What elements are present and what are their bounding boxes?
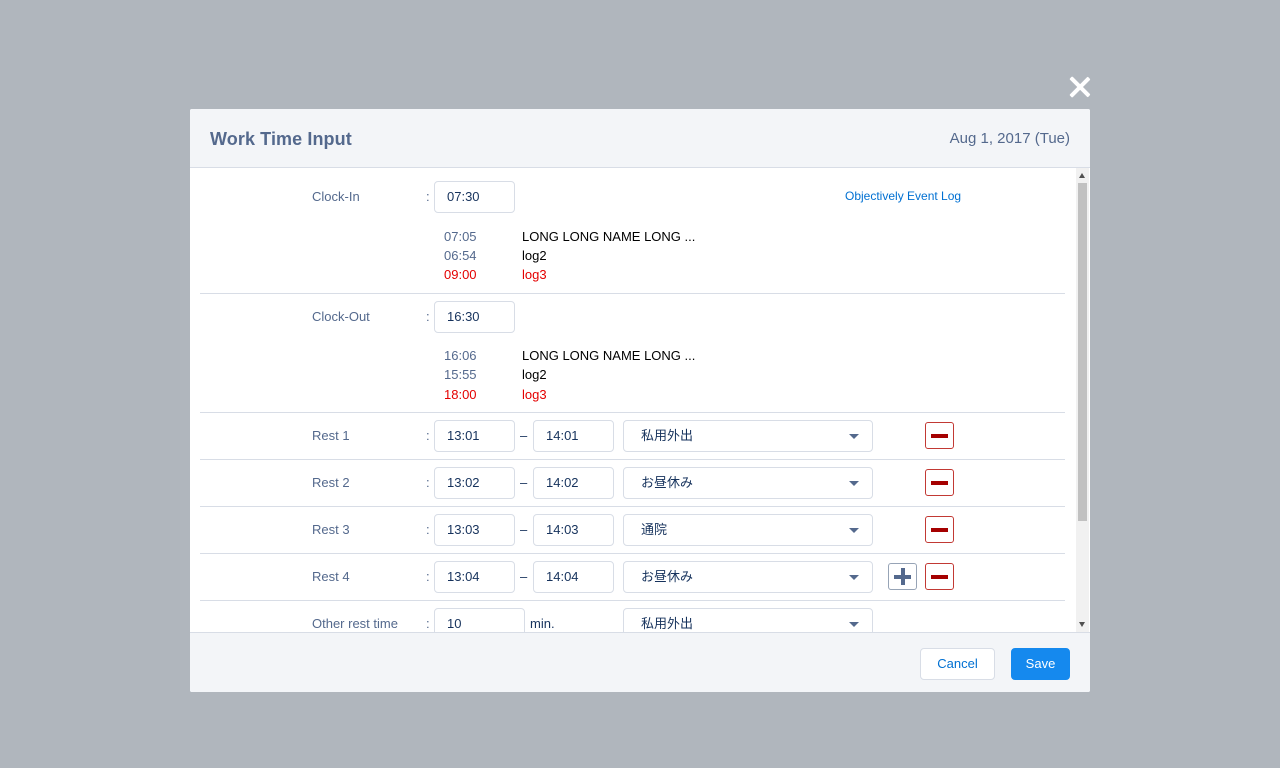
clock-in-log-name[interactable]: log2 <box>522 248 547 263</box>
modal-title: Work Time Input <box>210 129 352 149</box>
dash: – <box>520 428 528 443</box>
colon: : <box>426 428 430 443</box>
rest-2-reason-value: お昼休み <box>641 475 694 490</box>
rest-1-reason-value: 私用外出 <box>641 428 694 443</box>
clock-out-log-name[interactable]: log3 <box>522 387 547 402</box>
other-rest-time-label: Other rest time <box>312 616 398 631</box>
dash: – <box>520 475 528 490</box>
chevron-down-icon <box>849 481 859 486</box>
rest-3-start-input[interactable]: 13:03 <box>434 514 515 546</box>
other-rest-reason-select[interactable]: 私用外出 <box>623 608 873 632</box>
divider <box>200 506 1065 507</box>
clock-out-log-name[interactable]: log2 <box>522 367 547 382</box>
rest-2-label: Rest 2 <box>312 475 350 490</box>
divider <box>200 412 1065 413</box>
rest-1-label: Rest 1 <box>312 428 350 443</box>
cancel-button[interactable]: Cancel <box>920 648 995 680</box>
other-rest-reason-value: 私用外出 <box>641 616 694 631</box>
colon: : <box>426 569 430 584</box>
colon: : <box>426 616 430 631</box>
scroll-down-arrow-icon[interactable] <box>1079 622 1085 627</box>
remove-rest-2-button[interactable] <box>925 469 954 496</box>
clock-out-log-name[interactable]: LONG LONG NAME LONG ... <box>522 348 695 363</box>
divider <box>200 600 1065 601</box>
clock-out-log-time: 18:00 <box>444 387 477 402</box>
colon: : <box>426 189 430 204</box>
scroll-up-arrow-icon[interactable] <box>1079 173 1085 178</box>
clock-in-log-time: 07:05 <box>444 229 477 244</box>
clock-in-label: Clock-In <box>312 189 360 204</box>
scrollbar-thumb[interactable] <box>1078 183 1087 521</box>
objectively-event-log-link[interactable]: Objectively Event Log <box>845 189 961 203</box>
clock-in-log-time: 09:00 <box>444 267 477 282</box>
divider <box>200 293 1065 294</box>
divider <box>200 459 1065 460</box>
rest-3-end-input[interactable]: 14:03 <box>533 514 614 546</box>
remove-rest-1-button[interactable] <box>925 422 954 449</box>
clock-out-input[interactable]: 16:30 <box>434 301 515 333</box>
remove-rest-4-button[interactable] <box>925 563 954 590</box>
remove-rest-3-button[interactable] <box>925 516 954 543</box>
dash: – <box>520 569 528 584</box>
rest-1-start-input[interactable]: 13:01 <box>434 420 515 452</box>
clock-in-log-time: 06:54 <box>444 248 477 263</box>
clock-out-log-time: 16:06 <box>444 348 477 363</box>
rest-4-reason-select[interactable]: お昼休み <box>623 561 873 593</box>
modal-body: Clock-In : 07:30 Objectively Event Log 0… <box>190 168 1090 632</box>
modal-footer: Cancel Save <box>190 632 1090 692</box>
other-rest-time-input[interactable]: 10 <box>434 608 525 632</box>
dash: – <box>520 522 528 537</box>
rest-3-reason-value: 通院 <box>641 522 668 537</box>
rest-2-start-input[interactable]: 13:02 <box>434 467 515 499</box>
divider <box>200 553 1065 554</box>
chevron-down-icon <box>849 528 859 533</box>
clock-in-input[interactable]: 07:30 <box>434 181 515 213</box>
rest-4-start-input[interactable]: 13:04 <box>434 561 515 593</box>
rest-2-end-input[interactable]: 14:02 <box>533 467 614 499</box>
clock-out-label: Clock-Out <box>312 309 370 324</box>
rest-1-reason-select[interactable]: 私用外出 <box>623 420 873 452</box>
work-time-modal: Work Time Input Aug 1, 2017 (Tue) Clock-… <box>190 109 1090 692</box>
chevron-down-icon <box>849 434 859 439</box>
clock-in-log-name[interactable]: log3 <box>522 267 547 282</box>
clock-in-log-name[interactable]: LONG LONG NAME LONG ... <box>522 229 695 244</box>
rest-4-end-input[interactable]: 14:04 <box>533 561 614 593</box>
clock-out-log-time: 15:55 <box>444 367 477 382</box>
rest-4-reason-value: お昼休み <box>641 569 694 584</box>
close-icon[interactable] <box>1067 74 1093 100</box>
modal-date: Aug 1, 2017 (Tue) <box>949 130 1070 147</box>
modal-header: Work Time Input Aug 1, 2017 (Tue) <box>190 109 1090 168</box>
save-button[interactable]: Save <box>1011 648 1070 680</box>
colon: : <box>426 309 430 324</box>
rest-3-reason-select[interactable]: 通院 <box>623 514 873 546</box>
chevron-down-icon <box>849 575 859 580</box>
add-rest-button[interactable] <box>888 563 917 590</box>
rest-4-label: Rest 4 <box>312 569 350 584</box>
unit-label: min. <box>530 616 555 631</box>
chevron-down-icon <box>849 622 859 627</box>
scrollbar[interactable] <box>1076 168 1089 632</box>
colon: : <box>426 522 430 537</box>
rest-1-end-input[interactable]: 14:01 <box>533 420 614 452</box>
rest-3-label: Rest 3 <box>312 522 350 537</box>
colon: : <box>426 475 430 490</box>
rest-2-reason-select[interactable]: お昼休み <box>623 467 873 499</box>
